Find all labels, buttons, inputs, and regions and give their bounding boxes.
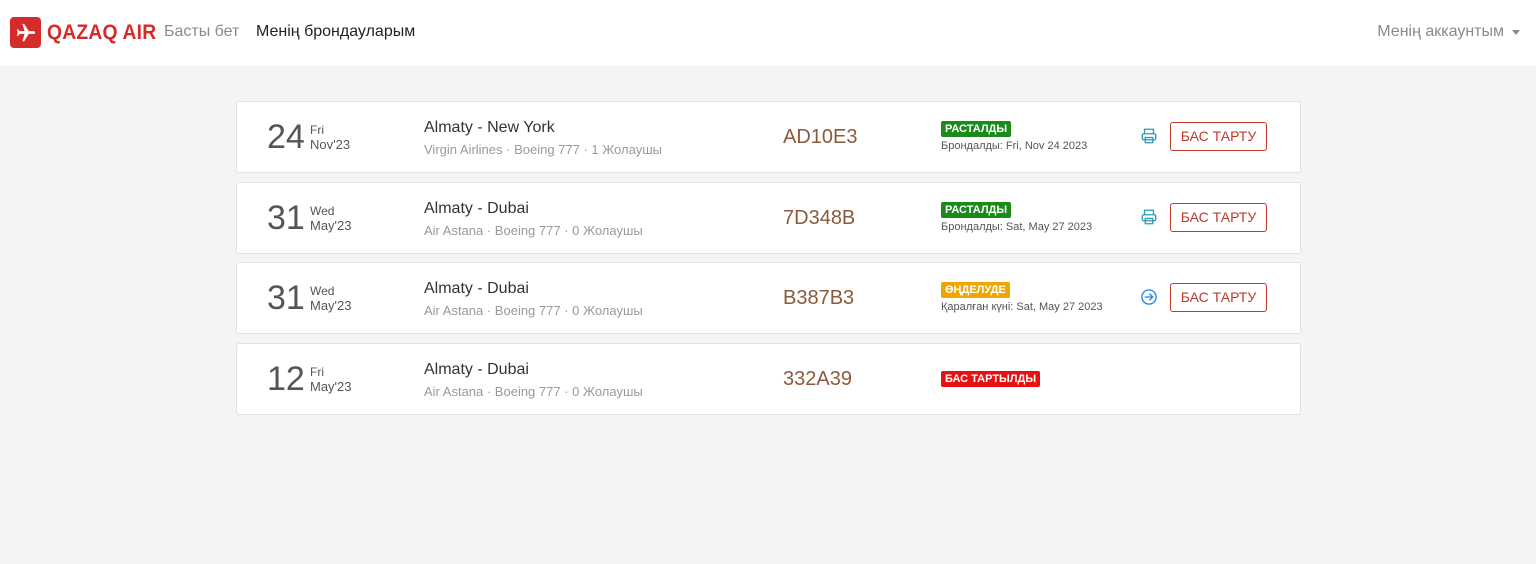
account-label: Менің аккаунтым — [1377, 23, 1504, 40]
booking-pnr: B387B3 — [783, 287, 855, 309]
booking-pnr: 332A39 — [783, 368, 852, 390]
account-dropdown[interactable]: Менің аккаунтым — [1377, 23, 1520, 41]
booking-month: May'23 — [310, 218, 352, 233]
booking-month: May'23 — [310, 298, 352, 313]
booking-route: Almaty - Dubai — [424, 361, 529, 378]
status-badge: РАСТАЛДЫ — [941, 202, 1012, 218]
navbar: QAZAQ AIR Басты бет Менің брондауларым М… — [0, 0, 1536, 66]
booking-day: 31 — [267, 199, 305, 237]
airplane-icon — [10, 17, 41, 48]
booking-weekday: Fri — [310, 365, 324, 379]
booking-card: 12 Fri May'23 Almaty - Dubai Air Astana … — [236, 343, 1301, 415]
cancel-button[interactable]: БАС ТАРТУ — [1170, 283, 1267, 312]
booking-day: 12 — [267, 360, 305, 398]
booking-meta: Virgin Airlines · Boeing 777 · 1 Жолаушы — [424, 142, 662, 157]
printer-icon[interactable] — [1140, 208, 1158, 226]
booking-day: 24 — [267, 118, 305, 156]
brand-link[interactable]: QAZAQ AIR — [10, 17, 166, 48]
booking-date: Брондалды: Sat, May 27 2023 — [941, 221, 1093, 233]
booking-route: Almaty - New York — [424, 119, 555, 136]
booking-card: 31 Wed May'23 Almaty - Dubai Air Astana … — [236, 262, 1301, 334]
cancel-button[interactable]: БАС ТАРТУ — [1170, 203, 1267, 232]
nav-my-bookings[interactable]: Менің брондауларым — [256, 23, 415, 41]
booking-route: Almaty - Dubai — [424, 200, 529, 217]
arrow-right-circle-icon[interactable] — [1140, 288, 1158, 306]
printer-icon[interactable] — [1140, 127, 1158, 145]
booking-weekday: Fri — [310, 123, 324, 137]
booking-month: Nov'23 — [310, 137, 351, 152]
booking-pnr: 7D348B — [783, 207, 856, 229]
booking-weekday: Wed — [310, 204, 335, 218]
booking-meta: Air Astana · Boeing 777 · 0 Жолаушы — [424, 303, 643, 318]
booking-route: Almaty - Dubai — [424, 280, 529, 297]
booking-date: Брондалды: Fri, Nov 24 2023 — [941, 140, 1088, 152]
booking-weekday: Wed — [310, 284, 335, 298]
nav-home[interactable]: Басты бет — [164, 23, 239, 41]
booking-day: 31 — [267, 279, 305, 317]
booking-meta: Air Astana · Boeing 777 · 0 Жолаушы — [424, 223, 643, 238]
status-badge: БАС ТАРТЫЛДЫ — [941, 371, 1041, 387]
booking-card: 31 Wed May'23 Almaty - Dubai Air Astana … — [236, 182, 1301, 254]
booking-pnr: AD10E3 — [783, 126, 858, 148]
booking-card: 24 Fri Nov'23 Almaty - New York Virgin A… — [236, 101, 1301, 173]
brand-name: QAZAQ AIR — [47, 20, 157, 44]
booking-month: May'23 — [310, 379, 352, 394]
status-badge: ӨҢДЕЛУДЕ — [941, 282, 1010, 298]
booking-meta: Air Astana · Boeing 777 · 0 Жолаушы — [424, 384, 643, 399]
cancel-button[interactable]: БАС ТАРТУ — [1170, 122, 1267, 151]
booking-date: Қаралған күні: Sat, May 27 2023 — [941, 301, 1103, 313]
caret-down-icon — [1512, 29, 1520, 35]
status-badge: РАСТАЛДЫ — [941, 121, 1012, 137]
